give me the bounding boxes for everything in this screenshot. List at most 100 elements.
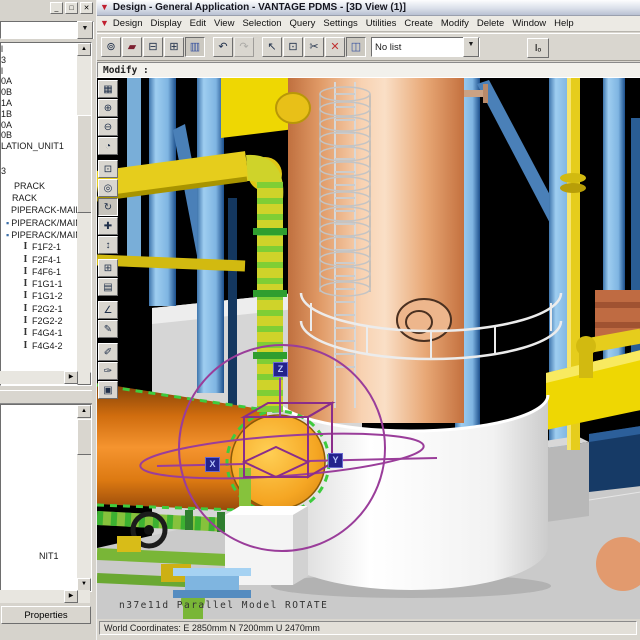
measure-button[interactable]: ∠ xyxy=(98,301,118,319)
annotate-3-button[interactable]: ✑ xyxy=(98,362,118,380)
chevron-down-icon[interactable]: ▼ xyxy=(77,21,93,39)
zoom-out-button[interactable]: ⊖ xyxy=(98,118,118,136)
menu-item[interactable]: Design xyxy=(109,18,147,29)
dark-steel-box[interactable] xyxy=(589,426,640,492)
tree-item[interactable]: 0B xyxy=(1,130,77,141)
menu-item[interactable]: Delete xyxy=(473,18,508,29)
forms-button[interactable]: ⊡ xyxy=(283,37,303,57)
orbit-view-button[interactable]: ◔ xyxy=(98,137,118,155)
list-selector-combo[interactable]: No list ▼ xyxy=(371,37,480,57)
menu-item[interactable]: Create xyxy=(400,18,437,29)
zoom-in-button[interactable]: ⊕ xyxy=(98,99,118,117)
menu-item[interactable]: Help xyxy=(550,18,578,29)
tree-item[interactable]: I F4F6-1 xyxy=(1,266,77,278)
clip-view-button[interactable]: ▤ xyxy=(98,278,118,296)
list-item[interactable]: NIT1 xyxy=(39,551,59,561)
pan-view-button[interactable]: ✚ xyxy=(98,217,118,235)
3d-viewport[interactable]: ▦ ⊕ ⊖ ◔ ⊡ ◎ ↻ ✚ ↕ ⊞ ▤ ∠ ✎ ✐ ✑ ▣ X Y Z n3… xyxy=(97,78,640,619)
tree-item[interactable]: 1B xyxy=(1,109,77,120)
tree-item[interactable]: 0A xyxy=(1,76,77,87)
scroll-up-icon[interactable]: ▲ xyxy=(77,43,91,56)
import-display-button[interactable]: ⊞ xyxy=(164,37,184,57)
panel-maximize-button[interactable]: □ xyxy=(65,2,78,14)
tree-item[interactable]: l xyxy=(1,66,77,77)
undo-button[interactable]: ↶ xyxy=(213,37,233,57)
pipe-end-disc[interactable] xyxy=(275,92,311,124)
tree-item[interactable]: 1A xyxy=(1,98,77,109)
menu-item[interactable]: Display xyxy=(147,18,186,29)
save-work-button[interactable]: ▰ xyxy=(122,37,142,57)
panel-minimize-button[interactable]: _ xyxy=(50,2,63,14)
tree-item[interactable]: 3 xyxy=(1,166,77,177)
tree-item[interactable]: l xyxy=(1,44,77,55)
redo-button[interactable]: ↷ xyxy=(234,37,254,57)
delete-button[interactable]: ✕ xyxy=(325,37,345,57)
tree-item[interactable]: I F1F2-1 xyxy=(1,241,77,253)
members-list-button[interactable]: ◫ xyxy=(346,37,366,57)
zoom-window-button[interactable]: ⊡ xyxy=(98,160,118,178)
tree-item[interactable]: ▪ PIPERACK/MAIN/ xyxy=(1,229,84,241)
view-presets-button[interactable]: ▦ xyxy=(98,80,118,98)
rotate-view-button[interactable]: ↻ xyxy=(98,198,118,216)
properties-button[interactable]: Properties xyxy=(1,606,91,624)
command-prompt[interactable]: Modify : xyxy=(97,62,640,78)
scroll-right-icon[interactable]: ▶ xyxy=(64,371,78,384)
session-button[interactable]: ⊚ xyxy=(101,37,121,57)
walk-view-button[interactable]: ↕ xyxy=(98,236,118,254)
3d-scene[interactable] xyxy=(97,78,640,619)
chevron-down-icon[interactable]: ▼ xyxy=(463,37,479,57)
tree-item[interactable]: I F2G2-1 xyxy=(1,303,77,315)
annotate-1-button[interactable]: ✎ xyxy=(98,320,118,338)
list-horizontal-scrollbar[interactable]: ▶ xyxy=(0,590,90,603)
title-bar[interactable]: ▼ Design - General Application - VANTAGE… xyxy=(97,0,640,16)
zoom-dynamic-button[interactable]: ◎ xyxy=(98,179,118,197)
tree-item[interactable]: I F2G2-2 xyxy=(1,315,77,327)
menu-item[interactable]: Edit xyxy=(186,18,210,29)
prompt-text: Modify : xyxy=(103,64,149,76)
manhole[interactable] xyxy=(396,298,452,342)
tree-item[interactable]: I F1G1-1 xyxy=(1,278,77,290)
gizmo-axis-y-label[interactable]: Y xyxy=(328,453,343,468)
tree-item[interactable]: I F4G4-1 xyxy=(1,327,77,339)
child-window-icon[interactable]: ▼ xyxy=(100,19,109,28)
tree-item[interactable]: 3 xyxy=(1,55,77,66)
scroll-up-icon[interactable]: ▲ xyxy=(77,405,91,418)
scrollbar-thumb[interactable] xyxy=(77,419,91,455)
tree-item[interactable]: I F2F4-1 xyxy=(1,254,77,266)
menu-item[interactable]: Window xyxy=(508,18,550,29)
menu-item[interactable]: Utilities xyxy=(362,18,401,29)
distillation-column[interactable] xyxy=(288,78,464,423)
tree-horizontal-scrollbar[interactable]: ▶ xyxy=(0,371,90,384)
menu-item[interactable]: Query xyxy=(286,18,320,29)
tree-vertical-scrollbar[interactable]: ▲ ▼ xyxy=(77,43,91,385)
menu-item[interactable]: View xyxy=(210,18,238,29)
select-cursor-button[interactable]: ↖ xyxy=(262,37,282,57)
tree-item[interactable]: PIPERACK-MAIN xyxy=(1,204,82,216)
scroll-right-icon[interactable]: ▶ xyxy=(64,590,78,603)
tree-item[interactable]: I F1G1-2 xyxy=(1,290,77,302)
tree-item[interactable]: I F4G4-2 xyxy=(1,340,77,352)
list-vertical-scrollbar[interactable]: ▲ ▼ xyxy=(77,405,91,591)
tree-item[interactable]: LATION_UNIT1 xyxy=(1,141,77,152)
view-limits-button[interactable]: ⊞ xyxy=(98,259,118,277)
menu-item[interactable]: Settings xyxy=(319,18,361,29)
gizmo-axis-z-label[interactable]: Z xyxy=(273,362,288,377)
gizmo-axis-x-label[interactable]: X xyxy=(205,457,220,472)
tree-item[interactable]: 0A xyxy=(1,120,77,131)
tree-item[interactable]: RACK xyxy=(1,192,77,204)
panel-close-button[interactable]: ✕ xyxy=(80,2,93,14)
menu-item[interactable]: Selection xyxy=(238,18,285,29)
tree-item[interactable]: 0B xyxy=(1,87,77,98)
panel-divider[interactable] xyxy=(0,390,92,404)
tree-item[interactable]: PRACK xyxy=(1,180,77,192)
cut-button[interactable]: ✂ xyxy=(304,37,324,57)
export-display-button[interactable]: ⊟ xyxy=(143,37,163,57)
scrollbar-thumb[interactable] xyxy=(77,115,91,213)
annotate-2-button[interactable]: ✐ xyxy=(98,343,118,361)
snapshot-button[interactable]: ▣ xyxy=(98,381,118,399)
tag-toggle-button[interactable]: Iₒ xyxy=(527,38,549,58)
hierarchy-combo[interactable]: ▼ xyxy=(0,21,94,39)
tree-item[interactable]: ▪ PIPERACK/MAIN/ xyxy=(1,217,84,229)
menu-item[interactable]: Modify xyxy=(437,18,473,29)
paste-graphics-button[interactable]: ▥ xyxy=(185,37,205,57)
